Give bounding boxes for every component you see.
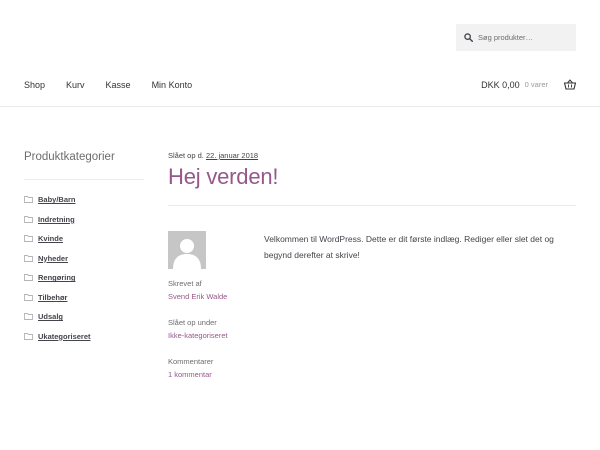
folder-icon bbox=[24, 313, 33, 321]
author-avatar bbox=[168, 231, 206, 269]
comments-link[interactable]: 1 kommentar bbox=[168, 370, 212, 379]
category-item[interactable]: Indretning bbox=[24, 210, 91, 230]
folder-icon bbox=[24, 274, 33, 282]
nav-item-shop[interactable]: Shop bbox=[24, 80, 45, 90]
category-item[interactable]: Tilbehør bbox=[24, 288, 91, 308]
category-label: Slået op under bbox=[168, 318, 217, 327]
widget-title: Produktkategorier bbox=[24, 151, 115, 163]
nav-item-kasse[interactable]: Kasse bbox=[106, 80, 131, 90]
category-link[interactable]: Udsalg bbox=[38, 312, 63, 321]
category-list: Baby/Barn Indretning Kvinde Nyheder Reng… bbox=[24, 190, 91, 346]
author-label: Skrevet af bbox=[168, 279, 202, 288]
search-icon bbox=[464, 33, 473, 42]
nav-item-min-konto[interactable]: Min Konto bbox=[152, 80, 193, 90]
cart-amount: DKK 0,00 bbox=[481, 79, 520, 90]
post-content: Velkommen til WordPress. Dette er dit fø… bbox=[264, 234, 554, 260]
author-link[interactable]: Svend Erik Walde bbox=[168, 292, 227, 301]
post-title-divider bbox=[168, 205, 576, 206]
post-date-link[interactable]: 22. januar 2018 bbox=[206, 151, 258, 160]
posted-prefix: Slået op d. bbox=[168, 151, 204, 160]
category-item[interactable]: Nyheder bbox=[24, 249, 91, 269]
category-link[interactable]: Baby/Barn bbox=[38, 195, 76, 204]
header-divider bbox=[0, 106, 600, 107]
category-link[interactable]: Tilbehør bbox=[38, 293, 67, 302]
folder-icon bbox=[24, 215, 33, 223]
cart-count: 0 varer bbox=[524, 80, 548, 89]
folder-icon bbox=[24, 332, 33, 340]
post-title[interactable]: Hej verden! bbox=[168, 164, 279, 190]
category-link[interactable]: Indretning bbox=[38, 215, 75, 224]
category-item[interactable]: Rengøring bbox=[24, 268, 91, 288]
avatar-placeholder-icon bbox=[168, 231, 206, 269]
category-link[interactable]: Nyheder bbox=[38, 254, 68, 263]
category-link[interactable]: Kvinde bbox=[38, 234, 63, 243]
category-item[interactable]: Udsalg bbox=[24, 307, 91, 327]
search-box[interactable] bbox=[456, 24, 576, 51]
category-link[interactable]: Rengøring bbox=[38, 273, 76, 282]
category-item[interactable]: Baby/Barn bbox=[24, 190, 91, 210]
shopping-basket-icon bbox=[564, 79, 576, 90]
category-link[interactable]: Ukategoriseret bbox=[38, 332, 91, 341]
category-item[interactable]: Ukategoriseret bbox=[24, 327, 91, 347]
widget-divider bbox=[24, 179, 144, 180]
folder-icon bbox=[24, 254, 33, 262]
folder-icon bbox=[24, 293, 33, 301]
post-date-line: Slået op d. 22. januar 2018 bbox=[168, 151, 258, 160]
folder-icon bbox=[24, 196, 33, 204]
primary-nav: Shop Kurv Kasse Min Konto bbox=[24, 80, 213, 90]
post-category-link[interactable]: Ikke-kategoriseret bbox=[168, 331, 228, 340]
nav-item-kurv[interactable]: Kurv bbox=[66, 80, 85, 90]
category-item[interactable]: Kvinde bbox=[24, 229, 91, 249]
search-input[interactable] bbox=[478, 33, 573, 42]
folder-icon bbox=[24, 235, 33, 243]
comments-label: Kommentarer bbox=[168, 357, 214, 366]
header-cart[interactable]: DKK 0,00 0 varer bbox=[481, 79, 576, 90]
